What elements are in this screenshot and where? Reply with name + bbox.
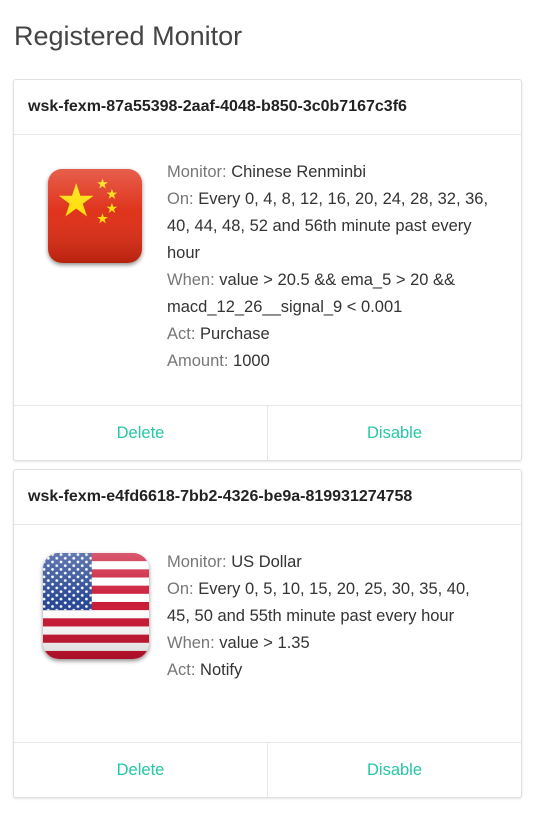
schedule-value: Every 0, 4, 8, 12, 16, 20, 24, 28, 32, 3…: [167, 190, 489, 262]
monitor-details: Monitor: US Dollar On: Every 0, 5, 10, 1…: [167, 549, 497, 684]
monitor-id: wsk-fexm-e4fd6618-7bb2-4326-be9a-8199312…: [14, 470, 521, 525]
monitor-card: wsk-fexm-87a55398-2aaf-4048-b850-3c0b716…: [13, 79, 522, 461]
condition-value: value > 1.35: [219, 634, 310, 652]
disable-button[interactable]: Disable: [267, 406, 521, 460]
usa-flag-icon: [43, 553, 149, 659]
card-actions: Delete Disable: [14, 405, 521, 460]
schedule-label: On:: [167, 190, 194, 208]
amount-value: 1000: [233, 352, 270, 370]
schedule-label: On:: [167, 580, 194, 598]
action-row: Act: Purchase: [167, 321, 497, 348]
amount-label: Amount:: [167, 352, 229, 370]
disable-button[interactable]: Disable: [267, 743, 521, 797]
condition-label: When:: [167, 634, 215, 652]
condition-label: When:: [167, 271, 215, 289]
action-value: Purchase: [200, 325, 270, 343]
monitor-row: Monitor: US Dollar: [167, 549, 497, 576]
monitor-label: Monitor:: [167, 163, 227, 181]
condition-row: When: value > 1.35: [167, 630, 497, 657]
china-flag-icon: [48, 169, 142, 263]
delete-button[interactable]: Delete: [14, 406, 267, 460]
action-row: Act: Notify: [167, 657, 497, 684]
delete-button[interactable]: Delete: [14, 743, 267, 797]
monitor-id: wsk-fexm-87a55398-2aaf-4048-b850-3c0b716…: [14, 80, 521, 135]
schedule-row: On: Every 0, 5, 10, 15, 20, 25, 30, 35, …: [167, 576, 497, 630]
monitor-details: Monitor: Chinese Renminbi On: Every 0, 4…: [167, 159, 497, 375]
card-actions: Delete Disable: [14, 742, 521, 797]
monitor-card-body: Monitor: US Dollar On: Every 0, 5, 10, 1…: [14, 525, 521, 740]
monitor-value: Chinese Renminbi: [231, 163, 367, 181]
action-label: Act:: [167, 325, 196, 343]
monitor-card-body: Monitor: Chinese Renminbi On: Every 0, 4…: [14, 135, 521, 404]
schedule-row: On: Every 0, 4, 8, 12, 16, 20, 24, 28, 3…: [167, 186, 497, 267]
page-title: Registered Monitor: [14, 21, 243, 51]
monitor-row: Monitor: Chinese Renminbi: [167, 159, 497, 186]
schedule-value: Every 0, 5, 10, 15, 20, 25, 30, 35, 40, …: [167, 580, 470, 625]
amount-row: Amount: 1000: [167, 348, 497, 375]
monitor-card: wsk-fexm-e4fd6618-7bb2-4326-be9a-8199312…: [13, 469, 522, 798]
action-label: Act:: [167, 661, 196, 679]
monitor-value: US Dollar: [231, 553, 302, 571]
monitor-label: Monitor:: [167, 553, 227, 571]
condition-row: When: value > 20.5 && ema_5 > 20 && macd…: [167, 267, 497, 321]
action-value: Notify: [200, 661, 243, 679]
